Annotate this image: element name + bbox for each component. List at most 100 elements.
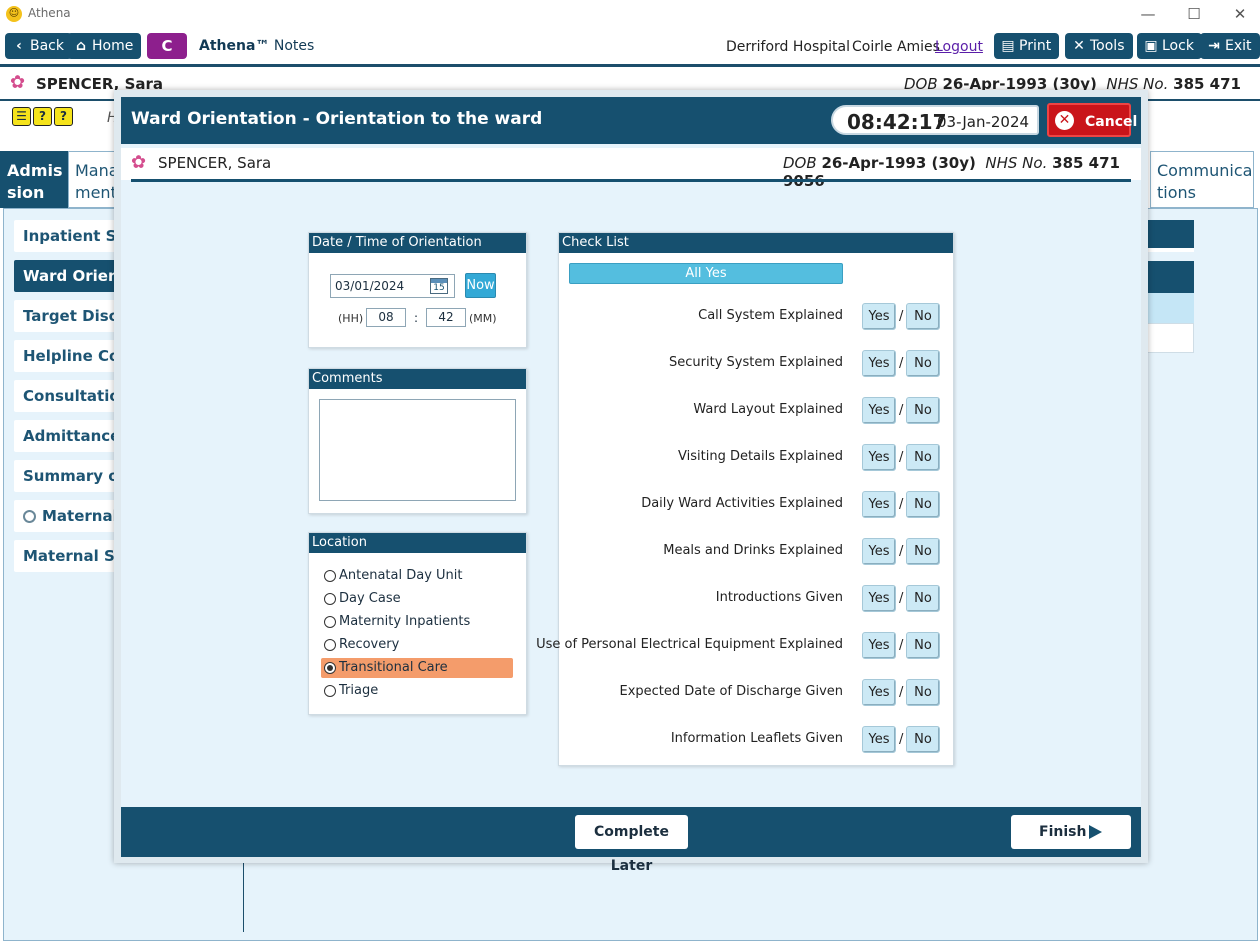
checklist-row: Meals and Drinks Explained Yes / No <box>559 538 955 566</box>
hospital-name: Derriford Hospital <box>726 39 851 55</box>
close-circle-icon: ✕ <box>1055 111 1074 130</box>
radio-icon <box>324 639 336 651</box>
no-button[interactable]: No <box>906 632 940 659</box>
yes-button[interactable]: Yes <box>862 538 896 565</box>
checklist-item-label: Introductions Given <box>715 590 843 605</box>
dialog-header: Ward Orientation - Orientation to the wa… <box>121 97 1141 144</box>
dialog-banner-divider <box>131 179 1131 182</box>
location-option-antenatal-day-unit[interactable]: Antenatal Day Unit <box>321 566 513 586</box>
yes-button[interactable]: Yes <box>862 444 896 471</box>
no-button[interactable]: No <box>906 679 940 706</box>
minutes-input[interactable]: 42 <box>426 308 466 327</box>
radio-icon <box>23 510 36 523</box>
exit-button[interactable]: ⇥ Exit <box>1200 33 1260 59</box>
checklist-item-label: Ward Layout Explained <box>693 402 843 417</box>
comments-textarea[interactable] <box>319 399 516 501</box>
checklist-row: Introductions Given Yes / No <box>559 585 955 613</box>
c-button[interactable]: C <box>147 33 187 59</box>
sidebar-item[interactable]: Maternal Di <box>14 500 124 532</box>
background-divider <box>243 858 244 932</box>
dialog-patient-name: SPENCER, Sara <box>158 154 272 172</box>
yes-button[interactable]: Yes <box>862 491 896 518</box>
sidebar-item[interactable]: Target Dischar <box>14 300 124 332</box>
help-icon[interactable]: ? <box>54 107 73 126</box>
background-panel-header <box>1143 261 1194 293</box>
checklist-row: Call System Explained Yes / No <box>559 303 955 331</box>
home-button[interactable]: ⌂ Home <box>67 33 142 59</box>
all-yes-button[interactable]: All Yes <box>569 263 843 284</box>
athena-app-icon: ☺ <box>6 6 22 22</box>
radio-icon <box>324 593 336 605</box>
close-window-icon[interactable]: ✕ <box>1226 4 1254 24</box>
no-button[interactable]: No <box>906 350 940 377</box>
location-option-transitional-care[interactable]: Transitional Care <box>321 658 513 678</box>
checklist-row: Daily Ward Activities Explained Yes / No <box>559 491 955 519</box>
sidebar-item[interactable]: Consultation I <box>14 380 124 412</box>
help-icon[interactable]: ? <box>33 107 52 126</box>
yes-button[interactable]: Yes <box>862 397 896 424</box>
no-button[interactable]: No <box>906 585 940 612</box>
sidebar-item[interactable]: Summary of P <box>14 460 124 492</box>
no-button[interactable]: No <box>906 726 940 753</box>
location-option-day-case[interactable]: Day Case <box>321 589 513 609</box>
sidebar-item[interactable]: Helpline Cont <box>14 340 124 372</box>
location-option-maternity-inpatients[interactable]: Maternity Inpatients <box>321 612 513 632</box>
no-button[interactable]: No <box>906 303 940 330</box>
lock-icon: ▣ <box>1144 38 1158 54</box>
no-button[interactable]: No <box>906 491 940 518</box>
panel-title: Check List <box>559 233 953 253</box>
radio-icon <box>324 616 336 628</box>
checklist-item-label: Daily Ward Activities Explained <box>641 496 843 511</box>
yes-button[interactable]: Yes <box>862 632 896 659</box>
list-help-icon[interactable]: ☰ <box>12 107 31 126</box>
hours-input[interactable]: 08 <box>366 308 406 327</box>
checklist-item-label: Call System Explained <box>698 308 843 323</box>
background-panel-row <box>1143 323 1194 353</box>
exit-icon: ⇥ <box>1208 38 1220 54</box>
now-button[interactable]: Now <box>465 273 496 298</box>
yes-button[interactable]: Yes <box>862 585 896 612</box>
window-title: Athena <box>28 6 71 20</box>
tab-admission[interactable]: Admis sion <box>0 151 68 208</box>
play-arrow-icon <box>1089 825 1102 839</box>
sidebar-item[interactable]: Admittance N <box>14 420 124 452</box>
finish-button[interactable]: Finish <box>1011 815 1131 849</box>
back-button[interactable]: ‹ Back <box>5 33 72 59</box>
lock-button[interactable]: ▣ Lock <box>1137 33 1202 59</box>
toolbar-divider <box>0 64 1260 67</box>
complete-later-button[interactable]: Complete Later <box>575 815 688 874</box>
location-panel: Location Antenatal Day Unit Day Case Mat… <box>308 532 527 715</box>
tab-communications[interactable]: Communica tions <box>1150 151 1254 208</box>
yes-button[interactable]: Yes <box>862 303 896 330</box>
yes-button[interactable]: Yes <box>862 726 896 753</box>
calendar-icon[interactable]: 15 <box>430 278 448 294</box>
location-option-triage[interactable]: Triage <box>321 681 513 701</box>
orientation-date-input[interactable]: 03/01/2024 15 <box>330 274 455 298</box>
sidebar-item-active[interactable]: Ward Orientat <box>14 260 124 292</box>
tools-button[interactable]: ✕ Tools <box>1065 33 1133 59</box>
no-button[interactable]: No <box>906 444 940 471</box>
maximize-icon[interactable]: ☐ <box>1180 4 1208 24</box>
checklist-item-label: Security System Explained <box>669 355 843 370</box>
print-button[interactable]: ▤ Print <box>994 33 1060 59</box>
yes-button[interactable]: Yes <box>862 350 896 377</box>
no-button[interactable]: No <box>906 538 940 565</box>
logout-link[interactable]: Logout <box>935 39 983 55</box>
home-icon: ⌂ <box>75 38 87 54</box>
sidebar-item[interactable]: Inpatient Stay <box>14 220 124 252</box>
cancel-button[interactable]: ✕ Cancel <box>1047 103 1137 137</box>
minimize-icon[interactable]: — <box>1134 4 1162 24</box>
yes-button[interactable]: Yes <box>862 679 896 706</box>
time-separator: : <box>414 311 419 325</box>
date-time-panel: Date / Time of Orientation 03/01/2024 15… <box>308 232 527 348</box>
comments-panel: Comments <box>308 368 527 514</box>
background-panel-row <box>1143 293 1194 323</box>
panel-title: Date / Time of Orientation <box>309 233 526 253</box>
checklist-row: Expected Date of Discharge Given Yes / N… <box>559 679 955 707</box>
location-option-recovery[interactable]: Recovery <box>321 635 513 655</box>
clock-date: 03-Jan-2024 <box>937 113 1030 131</box>
quick-icons: ☰?? <box>12 107 75 126</box>
sidebar-item[interactable]: Maternal Self <box>14 540 124 572</box>
checklist-row: Security System Explained Yes / No <box>559 350 955 378</box>
no-button[interactable]: No <box>906 397 940 424</box>
